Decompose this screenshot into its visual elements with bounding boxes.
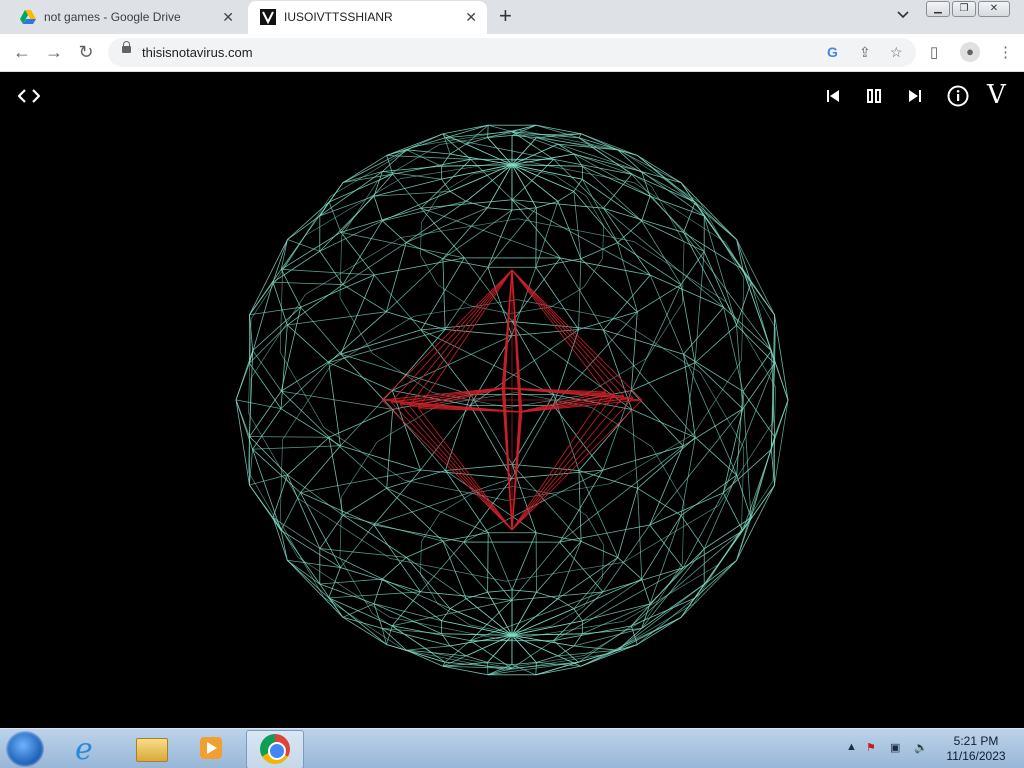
wireframe-octahedron	[381, 269, 643, 531]
back-button[interactable]: ←	[11, 42, 33, 64]
v-logo-icon	[260, 9, 276, 25]
browser-toolbar: ← → ↻ thisisnotavirus.com G ⇪ ☆ ▯ ● ⋮	[0, 34, 1024, 72]
file-explorer-icon[interactable]	[124, 730, 180, 767]
new-tab-button[interactable]: +	[499, 5, 512, 27]
chrome-icon[interactable]	[246, 730, 304, 768]
volume-muted-icon[interactable]: 🔈	[914, 741, 928, 754]
media-player-icon[interactable]	[185, 730, 241, 767]
show-hidden-icons-icon[interactable]: ▲	[846, 741, 857, 753]
share-icon[interactable]: ⇪	[859, 44, 871, 61]
tab-search-chevron-icon[interactable]	[897, 8, 909, 22]
bookmark-star-icon[interactable]: ☆	[890, 44, 903, 61]
windows-taskbar: e ▲ ⚑ ▣ 🔈 5:21 PM 11/16/2023	[0, 728, 1024, 768]
tab-active[interactable]: IUSOIVTTSSHIANR ✕	[248, 1, 487, 34]
start-button[interactable]	[6, 731, 44, 767]
address-bar[interactable]: thisisnotavirus.com G ⇪ ☆	[108, 38, 916, 67]
window-controls: ▁ ❐ ✕	[926, 1, 1010, 17]
lock-icon[interactable]	[122, 41, 131, 53]
action-center-icon[interactable]: ⚑	[866, 741, 876, 754]
tab-google-drive[interactable]: not games - Google Drive ✕	[8, 1, 244, 34]
tab-title: IUSOIVTTSSHIANR	[284, 10, 393, 24]
google-lens-icon[interactable]: G	[827, 44, 838, 60]
restore-button[interactable]: ❐	[952, 1, 976, 17]
clock-date: 11/16/2023	[946, 749, 1006, 763]
close-tab-icon[interactable]: ✕	[222, 10, 234, 24]
url-text[interactable]: thisisnotavirus.com	[142, 45, 253, 60]
page-viewport: V	[0, 72, 1024, 728]
internet-explorer-icon[interactable]: e	[62, 730, 118, 767]
system-clock[interactable]: 5:21 PM 11/16/2023	[940, 734, 1012, 764]
minimize-button[interactable]: ▁	[926, 1, 950, 17]
forward-button[interactable]: →	[43, 42, 65, 64]
tab-strip: not games - Google Drive ✕ IUSOIVTTSSHIA…	[0, 0, 1024, 34]
clock-time: 5:21 PM	[953, 734, 999, 748]
close-window-button[interactable]: ✕	[978, 1, 1010, 17]
profile-avatar-icon[interactable]: ●	[960, 42, 980, 62]
reload-button[interactable]: ↻	[75, 42, 97, 64]
side-panel-icon[interactable]: ▯	[930, 43, 938, 61]
google-drive-icon	[20, 10, 36, 24]
network-icon[interactable]: ▣	[890, 741, 900, 754]
close-tab-icon[interactable]: ✕	[465, 10, 477, 24]
wireframe-visualization[interactable]	[0, 72, 1024, 728]
tab-title: not games - Google Drive	[44, 10, 181, 24]
menu-kebab-icon[interactable]: ⋮	[998, 43, 1013, 61]
